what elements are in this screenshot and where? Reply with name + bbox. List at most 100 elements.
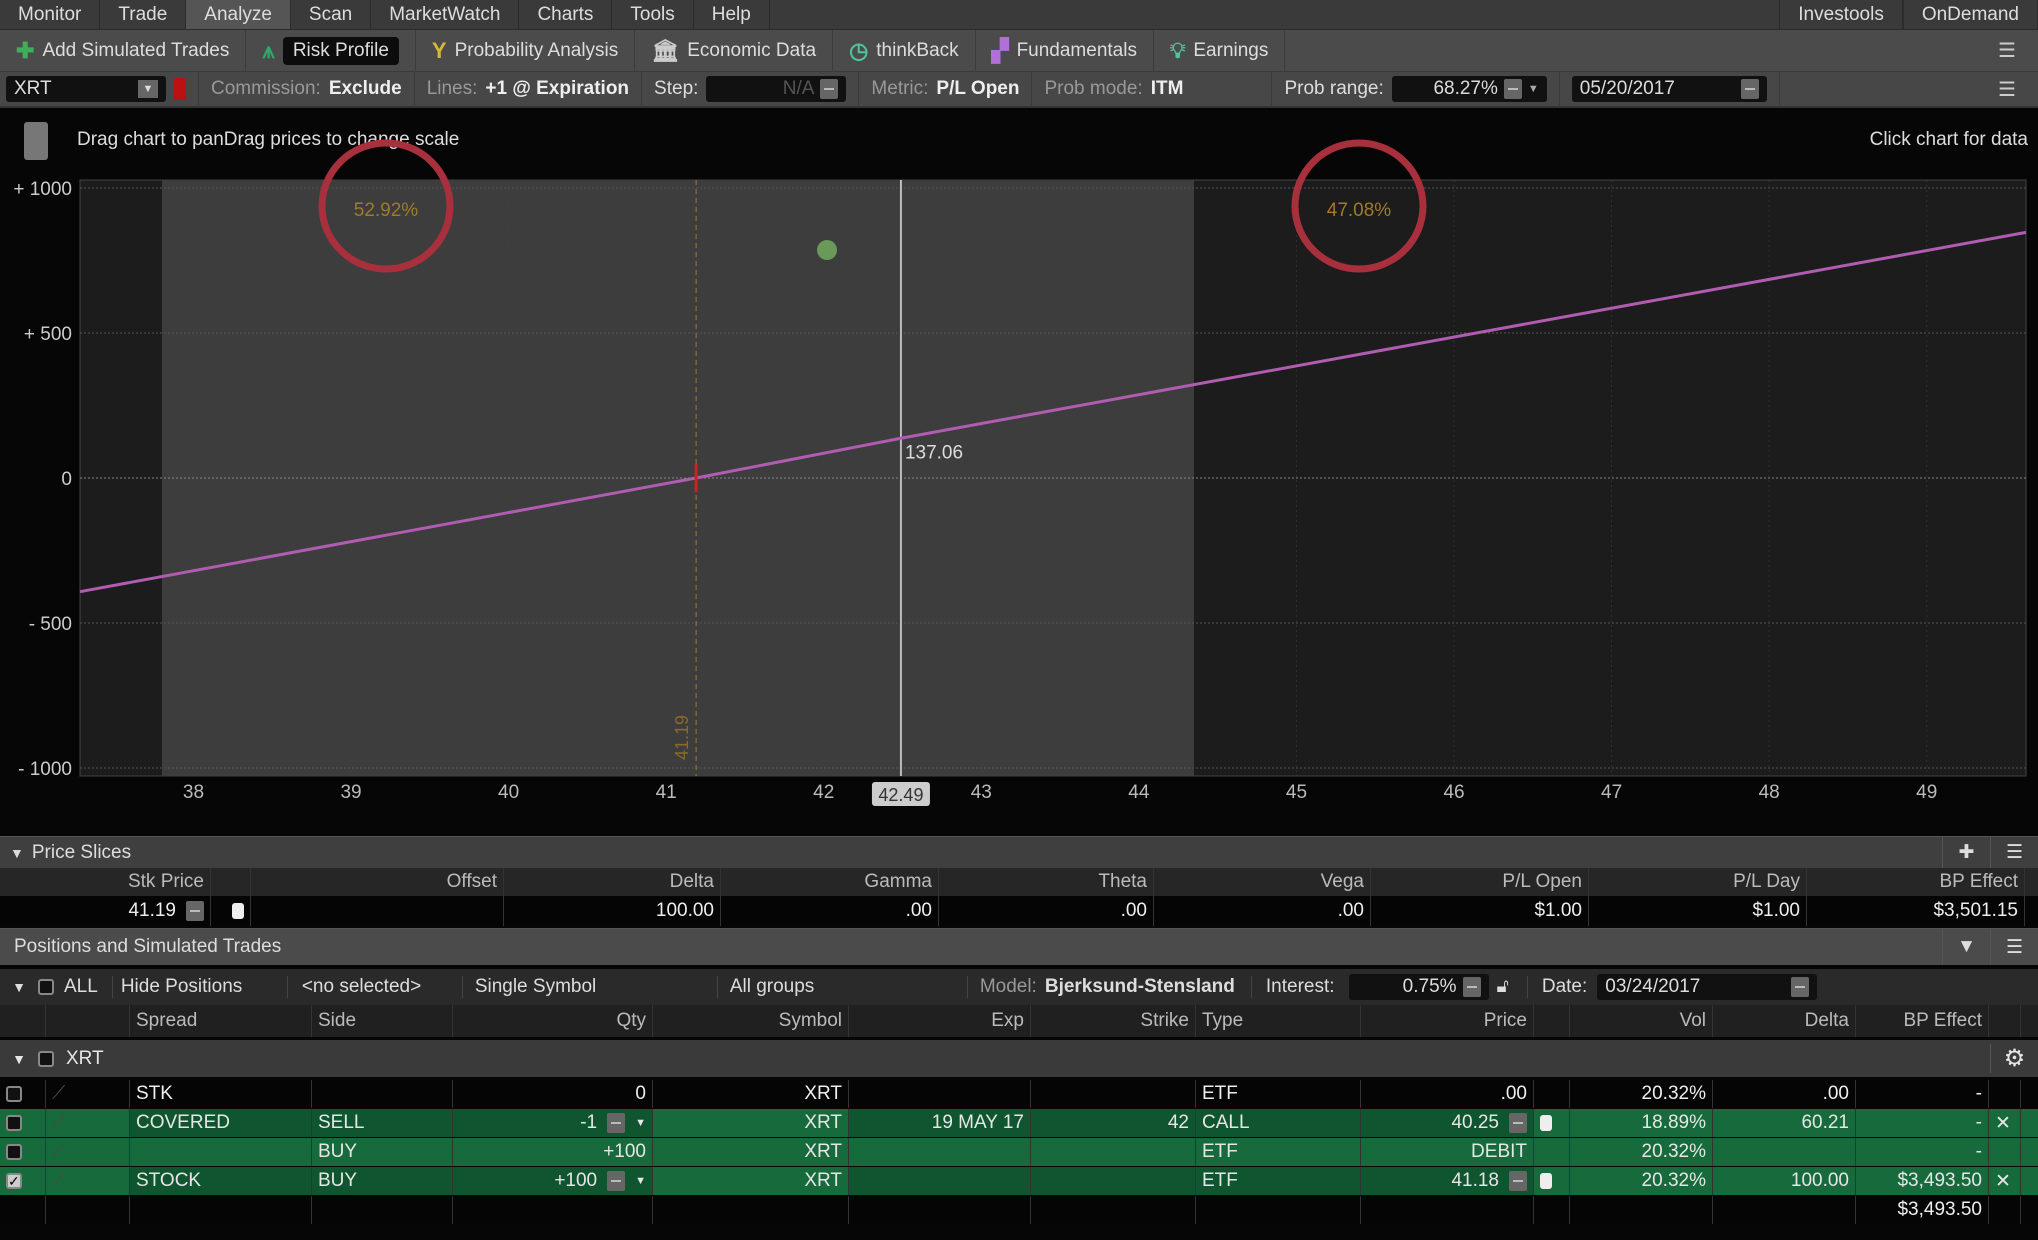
slice-delta: 100.00: [504, 896, 721, 926]
chevron-down-icon[interactable]: ▼: [635, 1175, 646, 1187]
collapse-chevron-icon[interactable]: ▼: [0, 979, 38, 995]
row-checkbox[interactable]: [6, 1144, 22, 1160]
column-header-type[interactable]: Type: [1196, 1005, 1361, 1037]
column-header-gamma: Gamma: [721, 868, 939, 896]
stepper-icon[interactable]: [1509, 1113, 1527, 1133]
chart-toggle-icon[interactable]: ⟋: [52, 1083, 65, 1105]
collapse-chevron-icon[interactable]: ▼: [0, 845, 32, 861]
group-row-xrt[interactable]: ▼ XRT ⚙: [0, 1040, 2038, 1077]
stepper-icon[interactable]: [1462, 977, 1481, 997]
stepper-icon[interactable]: [607, 1113, 626, 1133]
cell-price[interactable]: 40.25: [1361, 1109, 1534, 1137]
cell-spread[interactable]: STOCK: [130, 1167, 312, 1195]
calendar-icon[interactable]: [1791, 977, 1810, 997]
selection-dropdown[interactable]: <no selected>: [288, 976, 463, 998]
cell-exp[interactable]: [849, 1167, 1031, 1195]
column-header-bp-effect[interactable]: BP Effect: [1856, 1005, 1989, 1037]
gear-icon[interactable]: ⚙: [1990, 1044, 2038, 1073]
filter-icon[interactable]: ▼: [1942, 929, 1990, 965]
cell-remove: ✕: [1989, 1167, 2021, 1195]
position-row[interactable]: ⟋ COVERED SELL -1 ▼ XRT 19 MAY 17 42 CALL 40.25 18…: [0, 1109, 2038, 1137]
chart-toggle-icon[interactable]: ⟋: [52, 1170, 65, 1192]
column-header-exp[interactable]: Exp: [849, 1005, 1031, 1037]
cell-exp[interactable]: 19 MAY 17: [849, 1109, 1031, 1137]
column-header-blank[interactable]: [1534, 1005, 1570, 1037]
cell-strike[interactable]: 42: [1031, 1109, 1196, 1137]
chart-toggle-icon[interactable]: ⟋: [52, 1112, 65, 1134]
cell-qty[interactable]: +100 ▼: [453, 1167, 653, 1195]
cell-value: XRT: [804, 1112, 842, 1133]
model-dropdown[interactable]: Bjerksund-Stensland: [1037, 976, 1252, 998]
cell-price: .00: [1361, 1080, 1534, 1108]
collapse-chevron-icon[interactable]: ▼: [0, 1051, 38, 1067]
stepper-icon[interactable]: [186, 901, 204, 921]
cell-value: +100: [554, 1170, 598, 1191]
hide-positions-dropdown[interactable]: Hide Positions: [113, 976, 288, 998]
position-row[interactable]: ✓ ⟋ STOCK BUY +100 ▼ XRT ETF 41.18 20.32% 100.00 $3…: [0, 1167, 2038, 1195]
slice-lock: [211, 896, 251, 926]
remove-icon[interactable]: ✕: [1995, 1170, 2011, 1193]
column-header-vol[interactable]: Vol: [1570, 1005, 1713, 1037]
select-all-checkbox[interactable]: [38, 979, 54, 995]
cell-type[interactable]: ETF: [1196, 1167, 1361, 1195]
cell-remove: [1989, 1138, 2021, 1166]
stepper-icon[interactable]: [1509, 1171, 1527, 1191]
column-header-delta: Delta: [504, 868, 721, 896]
chevron-down-icon[interactable]: ▼: [635, 1117, 646, 1129]
cell-value: 42: [1167, 1112, 1189, 1133]
group-checkbox[interactable]: [38, 1050, 54, 1067]
row-checkbox[interactable]: ✓: [6, 1173, 22, 1189]
x-tick-label: 38: [183, 782, 204, 803]
cell-price[interactable]: 41.18: [1361, 1167, 1534, 1195]
cell-delta: 100.00: [1713, 1167, 1856, 1195]
chart-toggle-icon[interactable]: ⟋: [52, 1141, 65, 1163]
cell-type[interactable]: CALL: [1196, 1109, 1361, 1137]
position-row[interactable]: ⟋ BUY +100 XRT ETF DEBIT 20.32% -: [0, 1138, 2038, 1166]
interest-input[interactable]: 0.75%: [1348, 974, 1489, 1000]
slice-stk-price[interactable]: 41.19: [0, 896, 211, 926]
row-checkbox[interactable]: [6, 1086, 22, 1102]
price-slices-header: ▼ Price Slices ✚ ☰: [0, 836, 2038, 868]
symbol-mode-dropdown[interactable]: Single Symbol: [463, 976, 718, 998]
cell-side[interactable]: SELL: [312, 1109, 453, 1137]
lock-icon[interactable]: [1540, 1115, 1552, 1131]
menu-list-icon[interactable]: ☰: [1990, 837, 2038, 868]
column-header-price[interactable]: Price: [1361, 1005, 1534, 1037]
price-slices-title: Price Slices: [31, 841, 132, 863]
column-header-delta[interactable]: Delta: [1713, 1005, 1856, 1037]
slice-vega: .00: [1154, 896, 1371, 926]
lock-icon[interactable]: [1540, 1173, 1552, 1189]
position-date-input[interactable]: 03/24/2017: [1597, 974, 1818, 1000]
column-header-blank[interactable]: [0, 1005, 46, 1037]
groups-dropdown[interactable]: All groups: [718, 976, 968, 998]
cell-price: DEBIT: [1361, 1138, 1534, 1166]
cell-spread[interactable]: COVERED: [130, 1109, 312, 1137]
cursor-value-label: 137.06: [905, 442, 963, 463]
menu-list-icon[interactable]: ☰: [1990, 929, 2038, 965]
positions-header: Positions and Simulated Trades ▼ ☰: [0, 928, 2038, 965]
column-header-qty[interactable]: Qty: [453, 1005, 653, 1037]
unlock-icon[interactable]: 🔓︎: [1489, 976, 1528, 998]
row-checkbox[interactable]: [6, 1115, 22, 1131]
lock-icon[interactable]: [232, 903, 244, 919]
column-header-blank[interactable]: [46, 1005, 130, 1037]
x-tick-label: 48: [1759, 782, 1780, 803]
cell-side: BUY: [312, 1138, 453, 1166]
column-header-symbol[interactable]: Symbol: [653, 1005, 849, 1037]
column-header-spread[interactable]: Spread: [130, 1005, 312, 1037]
risk-profile-chart[interactable]: + 1000 + 500 0 - 500 - 1000 38 39 40 41 42 43 44 45 4…: [0, 0, 2038, 830]
remove-icon[interactable]: ✕: [1995, 1112, 2011, 1135]
cell-empty: [46, 1196, 130, 1224]
cell-check: [0, 1080, 46, 1108]
cell-qty[interactable]: -1 ▼: [453, 1109, 653, 1137]
column-header-strike[interactable]: Strike: [1031, 1005, 1196, 1037]
cell-strike[interactable]: [1031, 1167, 1196, 1195]
position-row[interactable]: ⟋ STK 0 XRT ETF .00 20.32% .00 -: [0, 1080, 2038, 1108]
column-header-side[interactable]: Side: [312, 1005, 453, 1037]
cell-symbol: XRT: [653, 1109, 849, 1137]
stepper-icon[interactable]: [607, 1171, 626, 1191]
add-slice-icon[interactable]: ✚: [1942, 837, 1990, 868]
column-header-blank[interactable]: [1989, 1005, 2021, 1037]
slice-theta: .00: [939, 896, 1154, 926]
cell-side[interactable]: BUY: [312, 1167, 453, 1195]
